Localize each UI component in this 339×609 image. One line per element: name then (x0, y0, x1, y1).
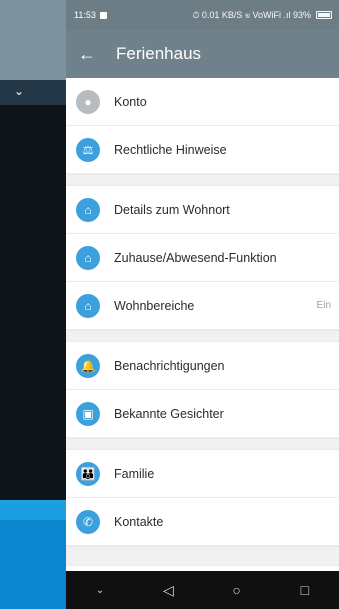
bell-icon: 🔔 (76, 353, 100, 378)
chevron-down-icon: ⌄ (14, 84, 25, 98)
recents-square-icon[interactable]: □ (285, 582, 325, 598)
back-arrow-icon[interactable]: ← (78, 44, 108, 65)
list-item-rechtliche-hinweise[interactable]: ⚖ Rechtliche Hinweise (66, 126, 339, 174)
phone-icon: ✆ (76, 509, 100, 534)
item-label: Details zum Wohnort (114, 202, 230, 217)
family-icon: 👪 (76, 461, 100, 486)
item-label: Wohnbereiche (114, 298, 195, 313)
list-item-kontakte[interactable]: ✆ Kontakte (66, 498, 339, 546)
section-divider (66, 174, 339, 186)
home-circle-icon[interactable]: ○ (217, 582, 257, 598)
faces-icon: ▣ (76, 401, 100, 426)
item-label: Benachrichtigungen (114, 358, 225, 373)
item-label: Kontakte (114, 514, 164, 529)
item-label: Konto (114, 94, 147, 109)
list-item-konto[interactable]: ● Konto (66, 78, 339, 126)
chevron-down-icon[interactable]: ⌄ (80, 585, 120, 596)
settings-list: ● Konto ⚖ Rechtliche Hinweise ⌂ Details … (66, 78, 339, 566)
list-item-wohnbereiche[interactable]: ⌂ Wohnbereiche Ein (66, 282, 339, 330)
list-item-benachrichtigungen[interactable]: 🔔 Benachrichtigungen (66, 342, 339, 390)
list-item-bekannte-gesichter[interactable]: ▣ Bekannte Gesichter (66, 390, 339, 438)
status-icons: ⏱ 0.01 KB/S ≋ VoWiFi .ıl 93% (192, 9, 311, 20)
section-divider (66, 330, 339, 342)
app-bar: ← Ferienhaus (66, 30, 339, 78)
item-value: Ein (316, 300, 331, 311)
item-label: Zuhause/Abwesend-Funktion (114, 250, 277, 265)
list-item-familie[interactable]: 👪 Familie (66, 450, 339, 498)
section-divider (66, 438, 339, 450)
item-label: Familie (114, 466, 155, 481)
background-blue-dark (0, 520, 66, 609)
image-notification-icon (99, 11, 107, 19)
home-details-icon: ⌂ (76, 197, 100, 222)
page-title: Ferienhaus (116, 44, 202, 63)
section-divider (66, 546, 339, 566)
item-label: Rechtliche Hinweise (114, 142, 227, 157)
status-bar: 11:53 ⏱ 0.01 KB/S ≋ VoWiFi .ıl 93% (66, 0, 339, 30)
android-nav-bar: ⌄ ◁ ○ □ (66, 571, 339, 609)
list-item-zuhause-abwesend[interactable]: ⌂ Zuhause/Abwesend-Funktion (66, 234, 339, 282)
item-label: Bekannte Gesichter (114, 406, 224, 421)
background-bar: ⌄ (0, 80, 66, 105)
legal-icon: ⚖ (76, 137, 100, 162)
background-dark (0, 105, 66, 505)
battery-icon (316, 11, 332, 19)
account-icon: ● (76, 89, 100, 114)
home-away-icon: ⌂ (76, 245, 100, 270)
status-time: 11:53 (74, 10, 96, 20)
rooms-icon: ⌂ (76, 293, 100, 318)
list-item-details-zum-wohnort[interactable]: ⌂ Details zum Wohnort (66, 186, 339, 234)
back-triangle-icon[interactable]: ◁ (148, 582, 188, 599)
phone-screen: 11:53 ⏱ 0.01 KB/S ≋ VoWiFi .ıl 93% ← Fer… (66, 0, 339, 609)
